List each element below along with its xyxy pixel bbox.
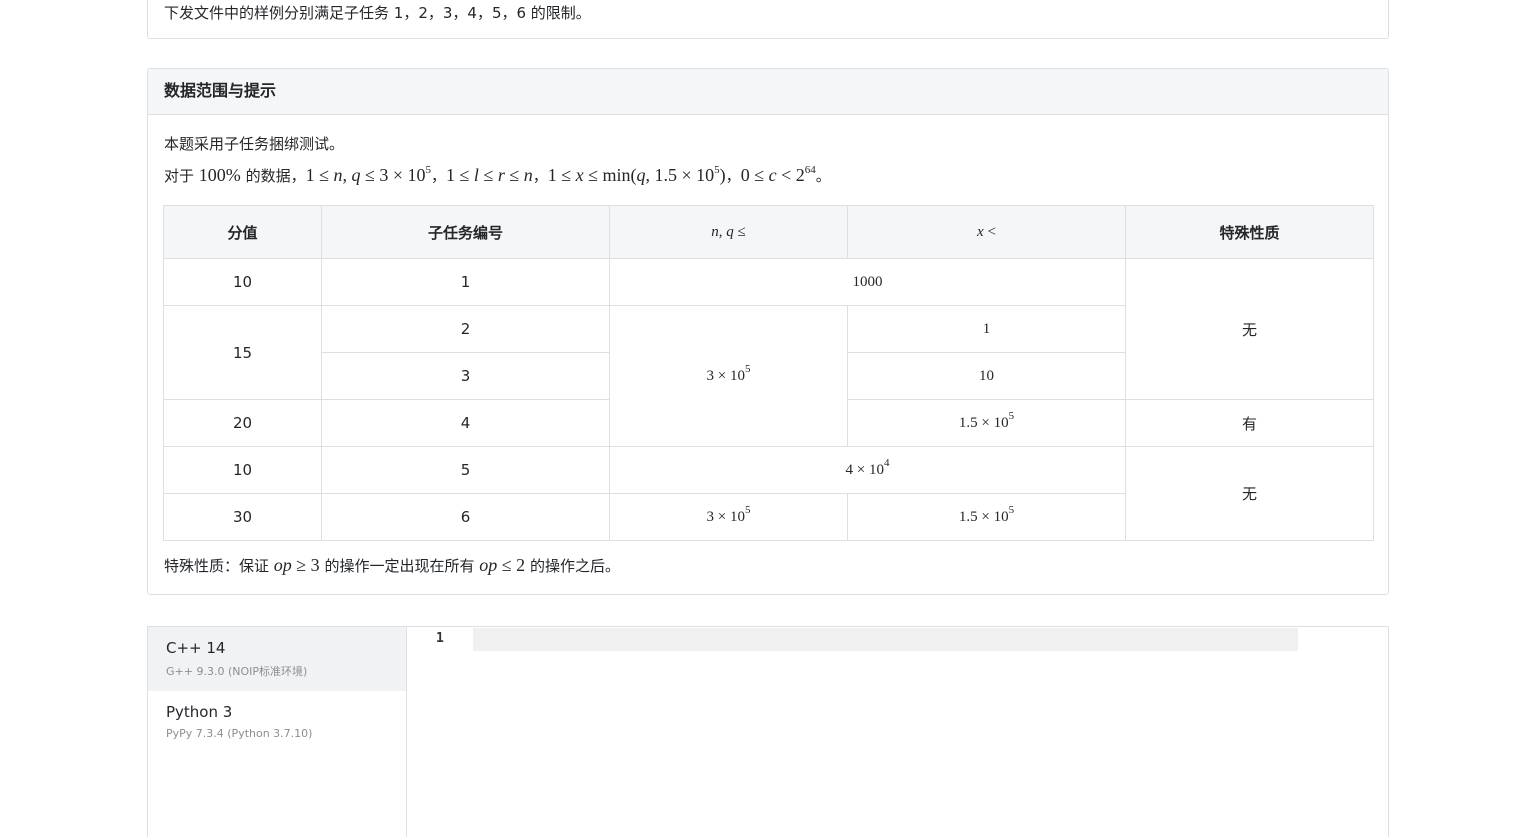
language-version: PyPy 7.3.4 (Python 3.7.10) <box>166 727 313 740</box>
language-list: C++ 14 G++ 9.3.0 (NOIP标准环境) Python 3 PyP… <box>148 627 407 837</box>
table-row: 10 1 1000 无 <box>163 258 1374 400</box>
code-input-area[interactable] <box>473 628 1298 651</box>
sample-card: 下发文件中的样例分别满足子任务 1，2，3，4，5，6 的限制。 <box>147 0 1389 39</box>
subtask-table: 分值 子任务编号 n, q ≤ x < 特殊性质 10 1 1000 无 15 … <box>163 205 1374 541</box>
header-score: 分值 <box>163 205 322 259</box>
special-property-note: 特殊性质：保证 op ≥ 3 的操作一定出现在所有 op ≤ 2 的操作之后。 <box>164 555 620 575</box>
cell-x: 1 <box>847 305 1126 353</box>
cell-special: 无 <box>1125 446 1374 541</box>
line-number: 1 <box>436 631 444 646</box>
constraints-math: 1 ≤ n, q ≤ 3 × 105 <box>305 164 432 186</box>
cell-nq: 3 × 105 <box>609 493 848 541</box>
language-option-cpp14[interactable]: C++ 14 G++ 9.3.0 (NOIP标准环境) <box>148 627 406 691</box>
cell-x: 10 <box>847 352 1126 400</box>
code-editor-panel: C++ 14 G++ 9.3.0 (NOIP标准环境) Python 3 PyP… <box>147 626 1389 837</box>
cell-special: 无 <box>1125 258 1374 400</box>
cell-nq-x: 1000 <box>609 258 1126 306</box>
language-name: Python 3 <box>166 703 233 721</box>
cell-id: 6 <box>321 493 610 541</box>
cell-score: 15 <box>163 305 322 400</box>
header-nq: n, q ≤ <box>609 205 848 259</box>
cell-score: 30 <box>163 493 322 541</box>
data-range-heading: 数据范围与提示 <box>148 69 1388 115</box>
header-subtask-id: 子任务编号 <box>321 205 610 259</box>
constraints-line: 对于 100% 的数据，1 ≤ n, q ≤ 3 × 105，1 ≤ l ≤ r… <box>164 164 831 186</box>
cell-score: 20 <box>163 399 322 447</box>
cell-id: 3 <box>321 352 610 400</box>
header-x: x < <box>847 205 1126 259</box>
table-row: 10 5 4 × 104 无 <box>163 446 1374 541</box>
header-special: 特殊性质 <box>1125 205 1374 259</box>
cell-id: 5 <box>321 446 610 494</box>
language-version: G++ 9.3.0 (NOIP标准环境) <box>166 665 308 678</box>
subtask-intro: 本题采用子任务捆绑测试。 <box>164 135 345 153</box>
cell-x: 1.5 × 105 <box>847 399 1126 447</box>
cell-nq-x: 4 × 104 <box>609 446 1126 494</box>
cell-id: 4 <box>321 399 610 447</box>
percent-math: 100% <box>198 165 241 185</box>
language-option-python3[interactable]: Python 3 PyPy 7.3.4 (Python 3.7.10) <box>148 691 406 755</box>
cell-x: 1.5 × 105 <box>847 493 1126 541</box>
sample-note: 下发文件中的样例分别满足子任务 1，2，3，4，5，6 的限制。 <box>164 4 591 22</box>
language-name: C++ 14 <box>166 639 226 657</box>
cell-score: 10 <box>163 258 322 306</box>
cell-id: 2 <box>321 305 610 353</box>
data-range-card: 数据范围与提示 本题采用子任务捆绑测试。 对于 100% 的数据，1 ≤ n, … <box>147 68 1389 595</box>
cell-special: 有 <box>1125 399 1374 447</box>
cell-id: 1 <box>321 258 610 306</box>
cell-score: 10 <box>163 446 322 494</box>
cell-nq: 3 × 105 <box>609 305 848 447</box>
